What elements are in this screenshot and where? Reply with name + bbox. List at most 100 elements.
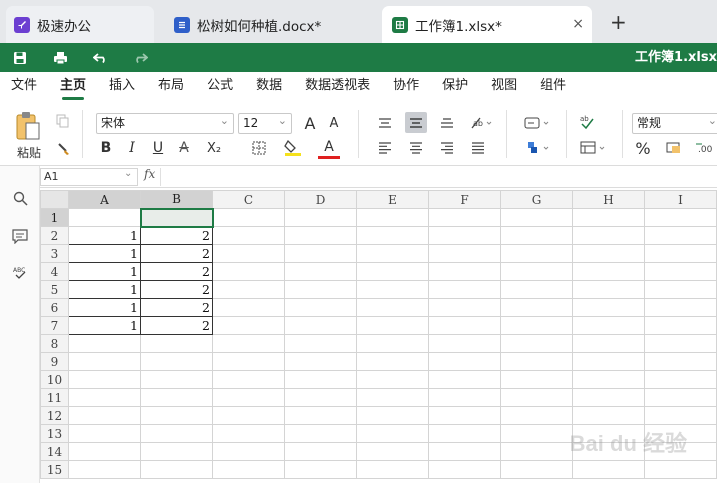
conditional-format-icon[interactable] — [520, 137, 554, 158]
cell[interactable] — [428, 316, 501, 335]
cell[interactable] — [68, 460, 141, 479]
cell[interactable] — [284, 316, 357, 335]
cell[interactable] — [284, 352, 357, 371]
cell[interactable] — [500, 208, 573, 227]
cell[interactable]: 2 — [140, 226, 213, 245]
cell[interactable] — [212, 460, 285, 479]
menu-layout[interactable]: 布局 — [158, 72, 184, 100]
row-header[interactable]: 11 — [40, 388, 69, 407]
menu-formula[interactable]: 公式 — [207, 72, 233, 100]
bold-button[interactable]: B — [96, 138, 116, 158]
cell[interactable] — [500, 298, 573, 317]
cell[interactable] — [500, 280, 573, 299]
cell[interactable] — [356, 226, 429, 245]
cell[interactable] — [428, 442, 501, 461]
cell[interactable] — [212, 280, 285, 299]
cell[interactable] — [212, 334, 285, 353]
row-header[interactable]: 10 — [40, 370, 69, 389]
cell[interactable] — [500, 460, 573, 479]
font-size-select[interactable]: 12 — [238, 111, 292, 134]
cell[interactable]: 2 — [140, 316, 213, 335]
justify-icon[interactable] — [467, 138, 489, 158]
cell[interactable] — [356, 460, 429, 479]
column-header[interactable]: C — [212, 190, 285, 209]
column-header[interactable]: I — [644, 190, 717, 209]
cell[interactable] — [572, 244, 645, 263]
menu-insert[interactable]: 插入 — [109, 72, 135, 100]
align-left-icon[interactable] — [374, 138, 396, 158]
cell[interactable] — [356, 334, 429, 353]
column-header[interactable]: F — [428, 190, 501, 209]
italic-button[interactable]: I — [122, 138, 142, 158]
select-all-corner[interactable] — [40, 190, 69, 209]
cell[interactable] — [572, 370, 645, 389]
accounting-format-icon[interactable] — [664, 138, 688, 158]
cell[interactable] — [212, 424, 285, 443]
spellcheck-sidebar-icon[interactable]: ABC — [10, 263, 30, 283]
cell[interactable] — [139, 207, 214, 228]
new-tab-button[interactable]: + — [610, 12, 627, 32]
row-header[interactable]: 13 — [40, 424, 69, 443]
cell[interactable] — [572, 208, 645, 227]
formula-input[interactable] — [160, 168, 717, 186]
comment-icon[interactable] — [10, 226, 30, 246]
cell[interactable] — [500, 424, 573, 443]
cell[interactable] — [428, 244, 501, 263]
row-header[interactable]: 2 — [40, 226, 69, 245]
cell[interactable] — [284, 460, 357, 479]
cell[interactable] — [644, 406, 717, 425]
cell[interactable] — [500, 352, 573, 371]
cell[interactable] — [68, 334, 141, 353]
column-header[interactable]: G — [500, 190, 573, 209]
menu-home[interactable]: 主页 — [60, 72, 86, 100]
align-center-icon[interactable] — [405, 138, 427, 158]
row-header[interactable]: 9 — [40, 352, 69, 371]
menu-pivot[interactable]: 数据透视表 — [305, 72, 370, 100]
cell[interactable] — [284, 280, 357, 299]
row-header[interactable]: 12 — [40, 406, 69, 425]
cell[interactable] — [356, 244, 429, 263]
cell[interactable] — [428, 334, 501, 353]
tab-xlsx[interactable]: 工作簿1.xlsx* × — [382, 6, 592, 43]
cell[interactable] — [212, 352, 285, 371]
cell[interactable]: 1 — [68, 244, 141, 263]
cell[interactable] — [572, 388, 645, 407]
align-top-icon[interactable] — [374, 113, 396, 133]
spellcheck-icon[interactable]: ab — [576, 110, 598, 134]
cell[interactable] — [644, 280, 717, 299]
cell[interactable]: 1 — [68, 226, 141, 245]
cell[interactable] — [644, 370, 717, 389]
cell[interactable] — [356, 424, 429, 443]
cell[interactable]: 2 — [140, 262, 213, 281]
cell[interactable] — [500, 262, 573, 281]
cell[interactable] — [356, 298, 429, 317]
cell[interactable] — [140, 442, 213, 461]
cell[interactable] — [644, 388, 717, 407]
cell[interactable] — [644, 298, 717, 317]
row-header[interactable]: 7 — [40, 316, 69, 335]
cell[interactable] — [68, 424, 141, 443]
cell[interactable] — [284, 226, 357, 245]
cell[interactable] — [284, 208, 357, 227]
cell[interactable] — [572, 406, 645, 425]
column-header[interactable]: B — [140, 190, 213, 209]
cell[interactable] — [428, 352, 501, 371]
paste-label[interactable]: 粘贴 — [14, 144, 44, 160]
cell[interactable] — [140, 334, 213, 353]
cell[interactable] — [644, 352, 717, 371]
cell[interactable] — [212, 442, 285, 461]
underline-button[interactable]: U — [148, 138, 168, 158]
align-right-icon[interactable] — [436, 138, 458, 158]
menu-collab[interactable]: 协作 — [393, 72, 419, 100]
cell[interactable]: 2 — [140, 280, 213, 299]
cell[interactable]: 1 — [68, 298, 141, 317]
cell[interactable] — [356, 316, 429, 335]
search-icon[interactable] — [10, 188, 30, 208]
cell[interactable] — [500, 388, 573, 407]
cell[interactable] — [572, 262, 645, 281]
cell[interactable] — [284, 442, 357, 461]
cell[interactable] — [284, 424, 357, 443]
cell[interactable] — [212, 316, 285, 335]
tab-home[interactable]: 极速办公 — [6, 6, 154, 43]
cell[interactable] — [500, 370, 573, 389]
